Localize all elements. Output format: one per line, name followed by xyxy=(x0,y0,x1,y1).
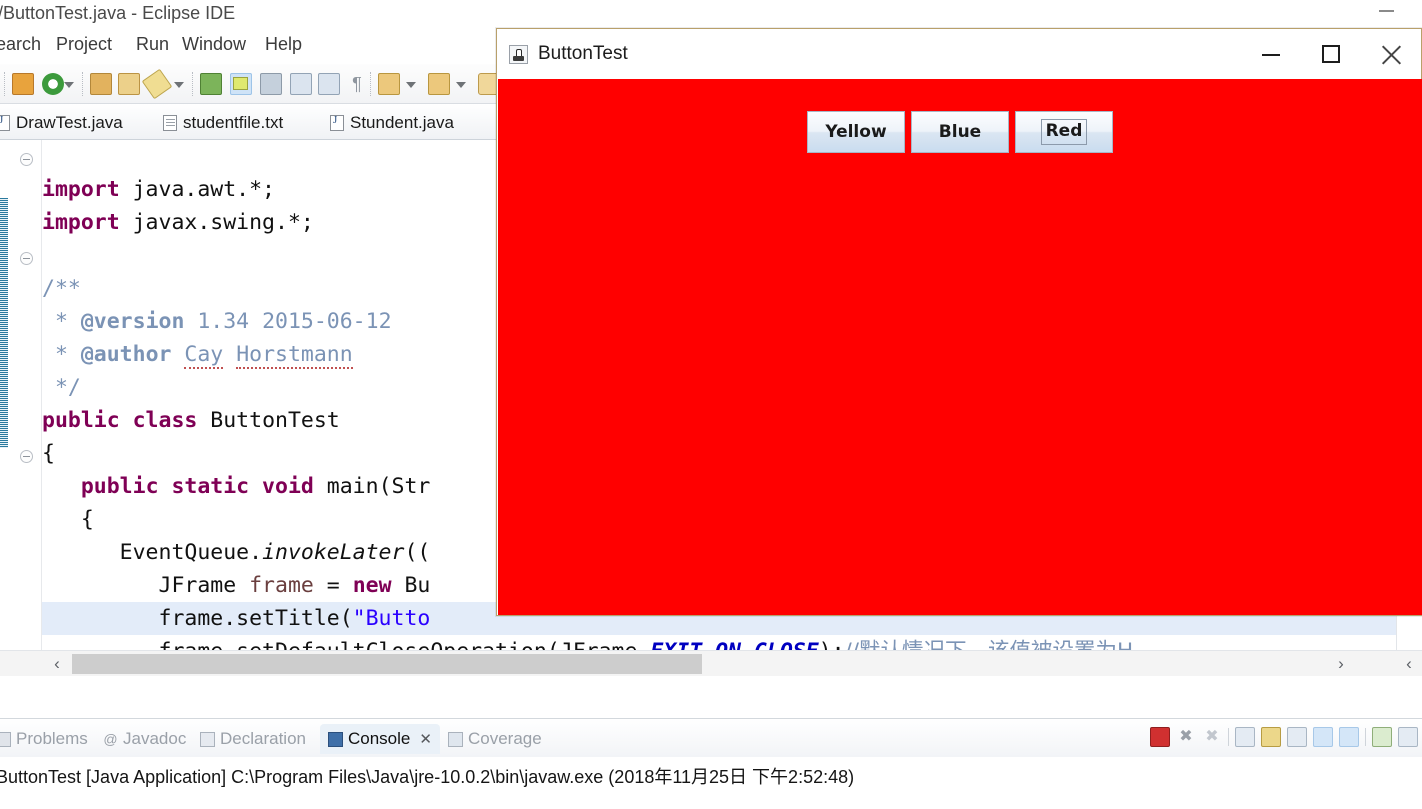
screen-root: /ButtonTest.java - Eclipse IDE earch Pro… xyxy=(0,0,1422,809)
menu-item-project[interactable]: Project xyxy=(56,34,112,55)
toolbar-separator xyxy=(1228,728,1229,746)
toolbar-separator xyxy=(4,72,5,96)
fold-toggle-icon[interactable] xyxy=(20,252,33,265)
console-view: Problems @ Javadoc Declaration Console ✕ xyxy=(0,718,1422,809)
tab-label: Declaration xyxy=(220,729,306,748)
scroll-right-arrow[interactable]: › xyxy=(1330,653,1352,675)
clear-console-icon[interactable] xyxy=(1235,727,1255,747)
java-app-title-text: ButtonTest xyxy=(538,43,628,64)
yellow-button[interactable]: Yellow xyxy=(807,111,905,153)
toolbar-separator xyxy=(82,72,83,96)
editor-horizontal-scrollbar[interactable]: ‹ › ‹ xyxy=(0,650,1422,676)
chevron-down-icon[interactable] xyxy=(174,82,184,88)
toolbar-separator xyxy=(192,72,193,96)
java-file-icon xyxy=(330,114,344,131)
tab-declaration[interactable]: Declaration xyxy=(200,724,306,754)
pilcrow-icon[interactable]: ¶ xyxy=(346,73,368,95)
button-label: Yellow xyxy=(825,122,887,142)
open-console-icon[interactable] xyxy=(1372,727,1392,747)
menu-item-run[interactable]: Run xyxy=(136,34,169,55)
new-class-icon[interactable] xyxy=(290,73,312,95)
refresh-icon[interactable] xyxy=(42,73,64,95)
open-folder-icon[interactable] xyxy=(118,73,140,95)
menu-item-search[interactable]: earch xyxy=(0,34,41,55)
debug-icon[interactable] xyxy=(200,73,222,95)
console-icon xyxy=(328,731,343,747)
menu-item-help[interactable]: Help xyxy=(265,34,302,55)
run-external-icon[interactable] xyxy=(260,73,282,95)
remove-all-launches-icon[interactable]: ✖ xyxy=(1202,727,1222,747)
java-app-title-bar[interactable]: ButtonTest xyxy=(497,29,1421,79)
java-minimize-button[interactable] xyxy=(1241,29,1301,79)
editor-change-ruler xyxy=(0,140,8,676)
editor-tab-label: studentfile.txt xyxy=(183,113,284,132)
chevron-down-icon[interactable] xyxy=(456,82,466,88)
editor-tab-label: Stundent.java xyxy=(350,113,454,132)
horizontal-scroll-thumb[interactable] xyxy=(72,654,702,674)
java-file-icon xyxy=(0,114,10,131)
editor-tab-drawtest[interactable]: DrawTest.java xyxy=(0,108,123,138)
java-coffee-cup-icon xyxy=(509,44,528,64)
eclipse-title-text: /ButtonTest.java - Eclipse IDE xyxy=(0,3,236,23)
show-console-on-output-icon[interactable] xyxy=(1313,727,1333,747)
scroll-left-arrow[interactable]: ‹ xyxy=(46,653,68,675)
tab-problems[interactable]: Problems xyxy=(0,724,88,754)
minimize-icon[interactable] xyxy=(1379,10,1394,12)
show-console-on-error-icon[interactable] xyxy=(1339,727,1359,747)
java-app-window-controls xyxy=(1241,29,1421,79)
button-label: Blue xyxy=(938,122,982,142)
previous-annotation-icon[interactable] xyxy=(428,73,450,95)
tab-label: Problems xyxy=(16,729,88,748)
lock-scroll-icon[interactable] xyxy=(1261,727,1281,747)
editor-gutter[interactable] xyxy=(8,140,42,676)
terminate-icon[interactable] xyxy=(1150,727,1170,747)
remove-launch-icon[interactable]: ✖ xyxy=(1176,727,1196,747)
tab-label: Coverage xyxy=(468,729,542,748)
tab-coverage[interactable]: Coverage xyxy=(448,724,542,754)
text-file-icon xyxy=(163,115,177,131)
declaration-icon xyxy=(200,731,215,747)
close-icon[interactable]: ✕ xyxy=(419,730,432,748)
open-resource-icon[interactable] xyxy=(90,73,112,95)
red-button[interactable]: Red xyxy=(1015,111,1113,153)
tab-label: Javadoc xyxy=(123,729,187,748)
scroll-right-arrow-2[interactable]: ‹ xyxy=(1398,653,1420,675)
tab-console[interactable]: Console ✕ xyxy=(320,724,440,754)
blue-button[interactable]: Blue xyxy=(911,111,1009,153)
console-output-line: ButtonTest [Java Application] C:\Program… xyxy=(0,767,855,787)
toolbar-separator xyxy=(370,72,371,96)
javadoc-icon: @ xyxy=(103,730,118,747)
java-close-button[interactable] xyxy=(1361,29,1421,79)
coverage-icon xyxy=(448,731,463,747)
menu-item-window[interactable]: Window xyxy=(182,34,246,55)
next-annotation-icon[interactable] xyxy=(378,73,400,95)
chevron-down-icon[interactable] xyxy=(64,82,74,88)
eclipse-title-bar: /ButtonTest.java - Eclipse IDE xyxy=(0,0,1422,30)
java-app-content-panel: Yellow Blue Red xyxy=(498,79,1422,615)
console-toolbar: ✖ ✖ xyxy=(1150,727,1418,747)
chevron-down-icon[interactable] xyxy=(406,82,416,88)
editor-tab-stundent[interactable]: Stundent.java xyxy=(330,108,454,138)
problems-icon xyxy=(0,731,11,747)
tab-label: Console xyxy=(348,729,411,748)
editor-tab-studentfile[interactable]: studentfile.txt xyxy=(163,108,283,138)
java-maximize-button[interactable] xyxy=(1301,29,1361,79)
editor-tab-label: DrawTest.java xyxy=(16,113,123,132)
button-label: Red xyxy=(1040,119,1088,145)
tab-javadoc[interactable]: @ Javadoc xyxy=(103,724,186,754)
console-view-tab-strip: Problems @ Javadoc Declaration Console ✕ xyxy=(0,719,1422,757)
pin-console-icon[interactable] xyxy=(1398,727,1418,747)
edit-pencil-icon[interactable] xyxy=(141,68,173,100)
word-wrap-icon[interactable] xyxy=(1287,727,1307,747)
run-icon[interactable] xyxy=(230,73,252,95)
change-bar xyxy=(0,198,8,448)
java-app-button-row: Yellow Blue Red xyxy=(498,111,1422,153)
new-wizard-icon[interactable] xyxy=(12,73,34,95)
fold-toggle-icon[interactable] xyxy=(20,450,33,463)
java-app-window[interactable]: ButtonTest Yellow Blue Red xyxy=(496,28,1422,616)
fold-toggle-icon[interactable] xyxy=(20,153,33,166)
open-type-icon[interactable] xyxy=(318,73,340,95)
toolbar-separator xyxy=(1365,728,1366,746)
